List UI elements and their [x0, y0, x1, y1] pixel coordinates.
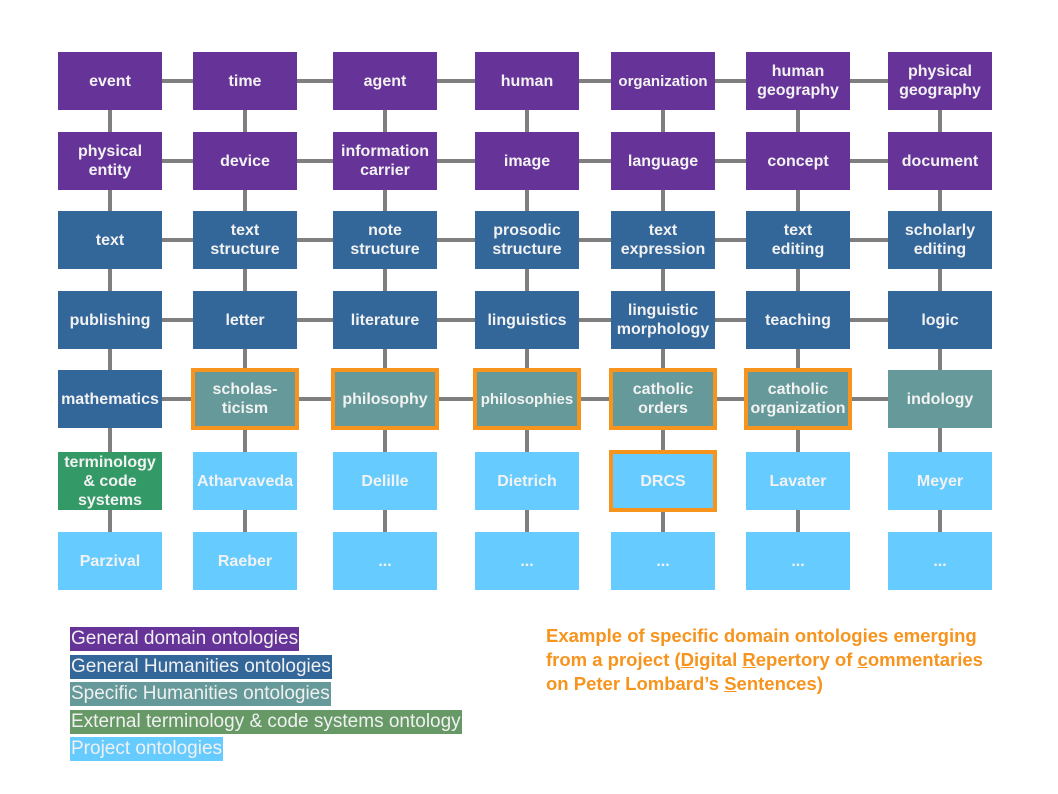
ontology-node-project: ... — [333, 532, 437, 590]
ontology-node-project: Meyer — [888, 452, 992, 510]
ontology-node-general-humanities: linguistics — [475, 291, 579, 349]
drcs-example-note: Example of specific domain ontologies em… — [546, 624, 1006, 696]
ontology-node-general-humanities: text expression — [611, 211, 715, 269]
legend-item-specific-humanities: Specific Humanities ontologies — [70, 682, 331, 706]
ontology-node-general-domain: concept — [746, 132, 850, 190]
legend-item-external-terminology: External terminology & code systems onto… — [70, 709, 462, 734]
ontology-node-general-domain: device — [193, 132, 297, 190]
ontology-node-general-domain: document — [888, 132, 992, 190]
ontology-node-general-domain: human — [475, 52, 579, 110]
note-text-part: igital — [694, 649, 743, 670]
ontology-node-general-humanities: note structure — [333, 211, 437, 269]
ontology-node-general-domain: language — [611, 132, 715, 190]
ontology-node-general-domain: image — [475, 132, 579, 190]
ontology-node-project: Atharvaveda — [193, 452, 297, 510]
note-text-part: S — [724, 673, 737, 694]
ontology-node-project: DRCS — [609, 450, 717, 512]
ontology-node-project: ... — [475, 532, 579, 590]
note-text-part: epertory of — [755, 649, 858, 670]
ontology-node-general-humanities: letter — [193, 291, 297, 349]
ontology-node-project: Parzival — [58, 532, 162, 590]
ontology-node-general-domain: agent — [333, 52, 437, 110]
ontology-node-project: ... — [611, 532, 715, 590]
note-text-part: D — [680, 649, 695, 670]
legend-item-general-humanities: General Humanities ontologies — [70, 654, 332, 679]
ontology-node-general-humanities: text editing — [746, 211, 850, 269]
ontology-node-specific-humanities: philosophies — [473, 368, 581, 430]
ontology-node-specific-humanities: catholic organization — [744, 368, 852, 430]
ontology-node-general-humanities: publishing — [58, 291, 162, 349]
legend: General domain ontologies General Humani… — [70, 627, 462, 765]
ontology-node-specific-humanities: catholic orders — [609, 368, 717, 430]
ontology-node-general-domain: physical entity — [58, 132, 162, 190]
ontology-node-general-humanities: mathematics — [58, 370, 162, 428]
ontology-node-general-domain: event — [58, 52, 162, 110]
ontology-node-general-humanities: text structure — [193, 211, 297, 269]
note-text-part: c — [857, 649, 868, 670]
ontology-node-general-humanities: scholarly editing — [888, 211, 992, 269]
ontology-node-general-humanities: prosodic structure — [475, 211, 579, 269]
ontology-node-specific-humanities: scholas- ticism — [191, 368, 299, 430]
ontology-node-project: Lavater — [746, 452, 850, 510]
ontology-node-general-humanities: text — [58, 211, 162, 269]
ontology-node-general-humanities: linguistic morphology — [611, 291, 715, 349]
ontology-node-specific-humanities: indology — [888, 370, 992, 428]
ontology-node-general-domain: time — [193, 52, 297, 110]
ontology-node-general-domain: organization — [611, 52, 715, 110]
ontology-grid-diagram: event time agent human organization human geo… — [0, 0, 1058, 600]
legend-item-general-domain: General domain ontologies — [70, 627, 300, 651]
ontology-node-general-domain: physical geography — [888, 52, 992, 110]
ontology-node-specific-humanities: philosophy — [331, 368, 439, 430]
ontology-node-project: Delille — [333, 452, 437, 510]
ontology-node-project: ... — [746, 532, 850, 590]
legend-item-project: Project ontologies — [70, 737, 224, 761]
ontology-node-general-humanities: logic — [888, 291, 992, 349]
ontology-node-project: ... — [888, 532, 992, 590]
ontology-node-external-terminology: terminology & code systems — [58, 452, 162, 510]
ontology-node-general-humanities: literature — [333, 291, 437, 349]
note-text-part: R — [742, 649, 756, 670]
ontology-node-general-domain: human geography — [746, 52, 850, 110]
ontology-node-general-domain: information carrier — [333, 132, 437, 190]
ontology-node-general-humanities: teaching — [746, 291, 850, 349]
note-text-part: entences) — [736, 673, 823, 694]
ontology-node-project: Dietrich — [475, 452, 579, 510]
ontology-node-project: Raeber — [193, 532, 297, 590]
